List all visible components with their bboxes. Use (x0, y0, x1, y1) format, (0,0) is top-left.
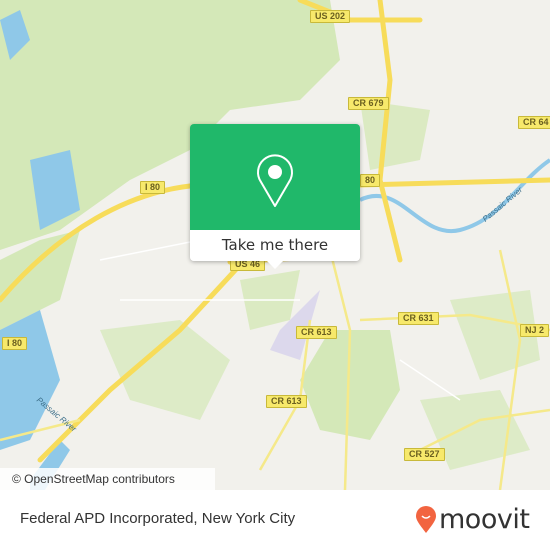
map-attribution[interactable]: © OpenStreetMap contributors (0, 468, 215, 490)
popup-pointer (267, 261, 283, 269)
road-shield-us-202-top: US 202 (310, 10, 351, 23)
place-name: Federal APD Incorporated, New York City (20, 510, 296, 527)
moovit-logo-text: moovit (439, 504, 530, 535)
road-shield-i-80-west: I 80 (2, 337, 28, 350)
road-shield-80: 80 (360, 174, 381, 187)
map-pin-icon (257, 154, 293, 207)
road-shield-cr-64: CR 64 (518, 116, 550, 129)
road-shield-i-80: I 80 (140, 181, 166, 194)
road-shield-cr-613: CR 613 (296, 326, 337, 339)
map[interactable]: US 202 US 202 CR 679 CR 64 I 80 80 I 80 … (0, 0, 550, 490)
take-me-there-button[interactable]: Take me there (190, 230, 360, 261)
road-shield-nj: NJ 2 (520, 324, 550, 337)
road-shield-cr-527: CR 527 (404, 448, 445, 461)
moovit-logo[interactable]: moovit (415, 504, 530, 535)
location-popup: Take me there (190, 124, 360, 269)
moovit-pin-icon (416, 505, 436, 533)
popup-header (190, 124, 360, 230)
road-shield-cr-613-south: CR 613 (266, 395, 307, 408)
road-shield-cr-679: CR 679 (348, 97, 389, 110)
road-shield-cr-631: CR 631 (398, 312, 439, 325)
